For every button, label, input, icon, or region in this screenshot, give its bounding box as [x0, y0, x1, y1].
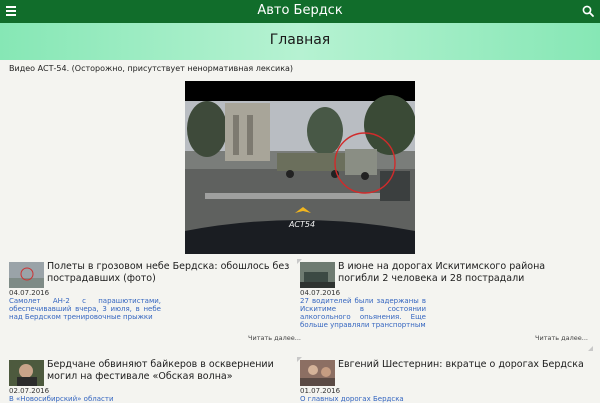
article-card[interactable]: Бердчане обвиняют байкеров в осквернении…: [9, 359, 299, 403]
search-icon[interactable]: [581, 4, 595, 18]
article-card[interactable]: Полеты в грозовом небе Бердска: обошлось…: [9, 261, 301, 342]
article-card[interactable]: Евгений Шестернин: вкратце о дорогах Бер…: [297, 357, 590, 403]
article-thumbnail[interactable]: [300, 262, 335, 288]
article-thumbnail[interactable]: [300, 360, 335, 386]
article-thumbnail[interactable]: [9, 360, 44, 386]
article-date: 01.07.2016: [300, 387, 341, 395]
card-corner: [588, 346, 593, 351]
article-lead: В «Новосибирский» области: [9, 395, 114, 403]
article-lead: О главных дорогах Бердска: [300, 395, 404, 403]
read-more-link[interactable]: Читать далее...: [248, 334, 301, 342]
article-thumbnail[interactable]: [9, 262, 44, 288]
page-title: Главная: [269, 32, 331, 48]
article-headline[interactable]: Бердчане обвиняют байкеров в осквернении…: [47, 359, 297, 383]
article-date: 04.07.2016: [9, 289, 50, 297]
article-card[interactable]: В июне на дорогах Искитимского района по…: [297, 259, 593, 351]
video-caption: Видео АСТ-54. (Осторожно, присутствует н…: [9, 64, 294, 73]
app-bar: Авто Бердск: [0, 0, 600, 23]
article-date: 04.07.2016: [300, 289, 341, 297]
article-lead: 27 водителей были задержаны в Искитиме в…: [300, 297, 426, 329]
read-more-link[interactable]: Читать далее...: [535, 334, 588, 342]
article-lead: Самолет АН-2 с парашютистами, обеспечива…: [9, 297, 161, 321]
svg-text:АСТ54: АСТ54: [288, 220, 315, 229]
article-headline[interactable]: Полеты в грозовом небе Бердска: обошлось…: [47, 261, 297, 285]
page-header: Главная: [0, 23, 600, 60]
article-date: 02.07.2016: [9, 387, 50, 395]
article-headline[interactable]: В июне на дорогах Искитимского района по…: [338, 261, 588, 285]
app-title: Авто Бердск: [257, 3, 343, 18]
article-headline[interactable]: Евгений Шестернин: вкратце о дорогах Бер…: [338, 359, 588, 371]
video-player[interactable]: АСТ54: [185, 81, 415, 254]
